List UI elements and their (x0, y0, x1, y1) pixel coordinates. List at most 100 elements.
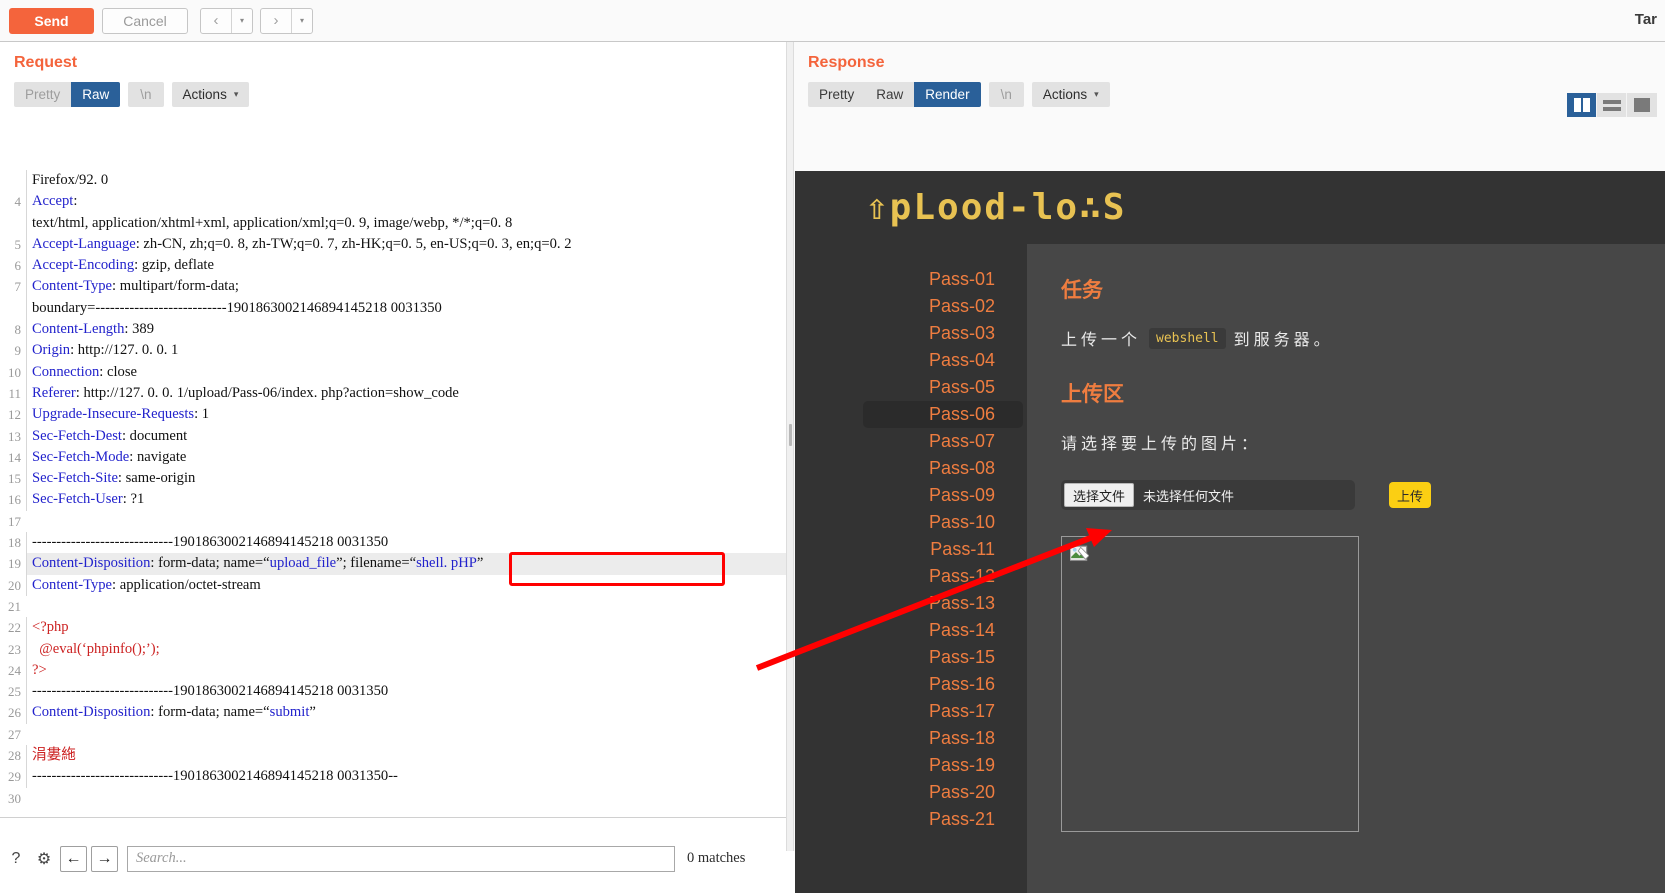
match-count-label: 0 matches (687, 850, 746, 866)
code-text[interactable]: Content-Type: application/octet-stream (26, 574, 786, 596)
sidebar-item-pass-12[interactable]: Pass-12 (795, 563, 1027, 590)
code-text[interactable]: Content-Length: 389 (26, 319, 786, 341)
sidebar-item-pass-18[interactable]: Pass-18 (795, 725, 1027, 752)
response-newline-toggle[interactable]: \n (988, 82, 1024, 107)
code-segment: -----------------------------19018630021… (32, 768, 398, 785)
code-text[interactable]: Referer: http://127. 0. 0. 1/upload/Pass… (26, 382, 786, 405)
request-code-editor[interactable]: Firefox/92. 0 4 Accept: text/html, applicat… (0, 170, 786, 814)
sidebar-item-pass-06[interactable]: Pass-06 (863, 401, 1023, 428)
sidebar-item-pass-11[interactable]: Pass-11 (795, 536, 1027, 563)
chevron-down-icon: ▾ (233, 89, 239, 99)
sidebar-item-pass-14[interactable]: Pass-14 (795, 617, 1027, 644)
code-text[interactable]: -----------------------------19018630021… (26, 766, 786, 788)
gear-icon[interactable]: ⚙ (32, 847, 56, 871)
code-text[interactable]: Accept-Encoding: gzip, deflate (26, 255, 786, 277)
code-line: 17 (0, 511, 786, 532)
target-label: Tar (1634, 11, 1657, 28)
code-text[interactable]: Upgrade-Insecure-Requests: 1 (26, 404, 786, 426)
code-text[interactable]: Content-Disposition: form-data; name=“up… (26, 553, 786, 575)
code-segment: Content-Type (32, 576, 113, 593)
forward-nav-group[interactable]: › ▾ (260, 7, 313, 34)
sidebar-item-pass-01[interactable]: Pass-01 (795, 266, 1027, 293)
sidebar-item-pass-19[interactable]: Pass-19 (795, 752, 1027, 779)
sidebar-item-pass-09[interactable]: Pass-09 (795, 482, 1027, 509)
sidebar-item-pass-17[interactable]: Pass-17 (795, 698, 1027, 725)
sidebar-item-pass-02[interactable]: Pass-02 (795, 293, 1027, 320)
tab-response-render[interactable]: Render (914, 82, 981, 107)
code-segment: boundary=---------------------------1901… (32, 299, 442, 316)
code-segment: : close (99, 363, 137, 380)
code-segment: submit (269, 704, 310, 721)
sidebar-item-pass-04[interactable]: Pass-04 (795, 347, 1027, 374)
layout-split-vertical-icon[interactable] (1567, 93, 1597, 117)
request-newline-toggle[interactable]: \n (128, 82, 164, 107)
code-segment: shell. pHP (416, 555, 477, 572)
code-text[interactable]: Content-Disposition: form-data; name=“su… (26, 702, 786, 724)
sidebar-item-pass-13[interactable]: Pass-13 (795, 590, 1027, 617)
sidebar-item-pass-08[interactable]: Pass-08 (795, 455, 1027, 482)
forward-chevron-down-icon[interactable]: ▾ (292, 9, 312, 33)
code-line: 29 -----------------------------190186300… (0, 766, 786, 788)
code-text[interactable]: Accept: (26, 191, 786, 213)
choose-file-button[interactable]: 选择文件 (1064, 483, 1135, 507)
search-forward-icon[interactable]: → (91, 845, 118, 872)
code-segment: Sec-Fetch-Site (32, 470, 118, 487)
search-input[interactable]: Search... (127, 845, 675, 872)
response-panel: Response Pretty Raw Render \n Actions ▾ … (794, 42, 1665, 893)
code-text[interactable]: Content-Type: multipart/form-data; (26, 276, 786, 298)
line-number: 25 (8, 684, 21, 700)
code-text[interactable]: Sec-Fetch-User: ?1 (26, 489, 786, 511)
layout-split-horizontal-icon[interactable] (1597, 93, 1627, 117)
sidebar-item-pass-07[interactable]: Pass-07 (795, 428, 1027, 455)
response-actions-menu[interactable]: Actions ▾ (1031, 82, 1110, 107)
sidebar-item-pass-20[interactable]: Pass-20 (795, 779, 1027, 806)
request-actions-menu[interactable]: Actions ▾ (171, 82, 250, 107)
code-text[interactable]: Firefox/92. 0 (26, 170, 786, 192)
sidebar-item-pass-16[interactable]: Pass-16 (795, 671, 1027, 698)
code-text[interactable]: Connection: close (26, 361, 786, 383)
back-arrow-icon[interactable]: ‹ (201, 9, 231, 33)
sidebar-item-pass-10[interactable]: Pass-10 (795, 509, 1027, 536)
code-text[interactable]: -----------------------------19018630021… (26, 681, 786, 703)
code-text[interactable]: @eval(‘phpinfo();’); (26, 638, 786, 660)
rendered-response-page: ⇧pLood-lo∴S Pass-01 Pass-02 Pass-03 Pass-04… (795, 171, 1665, 893)
pass-sidebar: Pass-01 Pass-02 Pass-03 Pass-04 Pass-05 Pass-… (795, 244, 1027, 893)
code-text[interactable]: 涓婁絁 (26, 745, 786, 767)
tab-response-raw[interactable]: Raw (865, 82, 915, 107)
tab-request-raw[interactable]: Raw (71, 82, 121, 107)
code-text[interactable]: ?> (26, 659, 786, 682)
code-text[interactable]: Sec-Fetch-Dest: document (26, 425, 786, 447)
cancel-button[interactable]: Cancel (102, 7, 188, 34)
code-segment: : same-origin (117, 470, 196, 487)
back-chevron-down-icon[interactable]: ▾ (232, 9, 252, 33)
code-text[interactable]: text/html, application/xhtml+xml, applic… (26, 212, 786, 234)
code-text[interactable]: Sec-Fetch-Site: same-origin (26, 468, 786, 490)
code-text[interactable]: boundary=---------------------------1901… (26, 297, 786, 320)
code-text[interactable]: <?php (26, 617, 786, 639)
code-line: 18 -----------------------------190186300… (0, 532, 786, 554)
tab-response-pretty[interactable]: Pretty (808, 82, 866, 107)
sidebar-item-pass-21[interactable]: Pass-21 (795, 806, 1027, 833)
line-number: 13 (8, 428, 21, 444)
line-number: 7 (14, 279, 22, 295)
search-back-icon[interactable]: ← (60, 845, 87, 872)
forward-arrow-icon[interactable]: › (261, 9, 291, 33)
sidebar-item-pass-03[interactable]: Pass-03 (795, 320, 1027, 347)
layout-single-pane-icon[interactable] (1627, 93, 1657, 117)
code-text[interactable]: Origin: http://127. 0. 0. 1 (26, 340, 786, 362)
help-icon[interactable]: ? (4, 847, 28, 871)
send-button[interactable]: Send (9, 7, 94, 34)
tab-request-pretty[interactable]: Pretty (14, 82, 72, 107)
code-text[interactable]: -----------------------------19018630021… (26, 532, 786, 554)
panel-splitter[interactable] (786, 42, 794, 851)
code-line: 23 @eval(‘phpinfo();’); (0, 638, 786, 660)
sidebar-item-pass-15[interactable]: Pass-15 (795, 644, 1027, 671)
code-line: 24 ?> (0, 659, 786, 682)
code-text[interactable]: Accept-Language: zh-CN, zh;q=0. 8, zh-TW… (26, 233, 786, 256)
upload-submit-button[interactable]: 上传 (1389, 482, 1431, 508)
response-tab-row: Pretty Raw Render \n Actions ▾ (808, 82, 1665, 107)
sidebar-item-pass-05[interactable]: Pass-05 (795, 374, 1027, 401)
code-text[interactable]: Sec-Fetch-Mode: navigate (26, 446, 786, 469)
file-input[interactable]: 选择文件 未选择任何文件 (1061, 480, 1355, 510)
back-nav-group[interactable]: ‹ ▾ (200, 7, 253, 34)
